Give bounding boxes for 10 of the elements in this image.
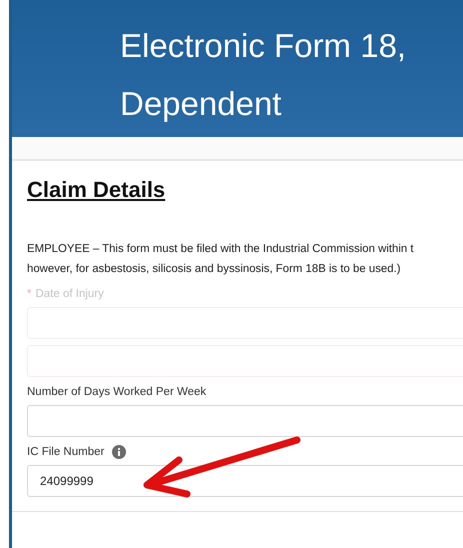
notice-text: EMPLOYEE – This form must be filed with the Industrial Commission within t however, for asbestosis, silicosis and byssinosis, Form 18B is to be used.): [27, 242, 415, 277]
page-title: Electronic Form 18, Dependent: [120, 26, 408, 124]
input-field[interactable]: [27, 405, 463, 437]
field-label: IC File Number: [27, 446, 104, 458]
info-icon[interactable]: [112, 445, 126, 459]
input-field[interactable]: 24099999: [27, 465, 463, 497]
required-mark: *: [27, 288, 32, 300]
field-label: Number of Days Worked Per Week: [27, 386, 206, 398]
section-heading: Claim Details: [27, 177, 166, 203]
field-label: Date of Injury: [35, 288, 104, 300]
